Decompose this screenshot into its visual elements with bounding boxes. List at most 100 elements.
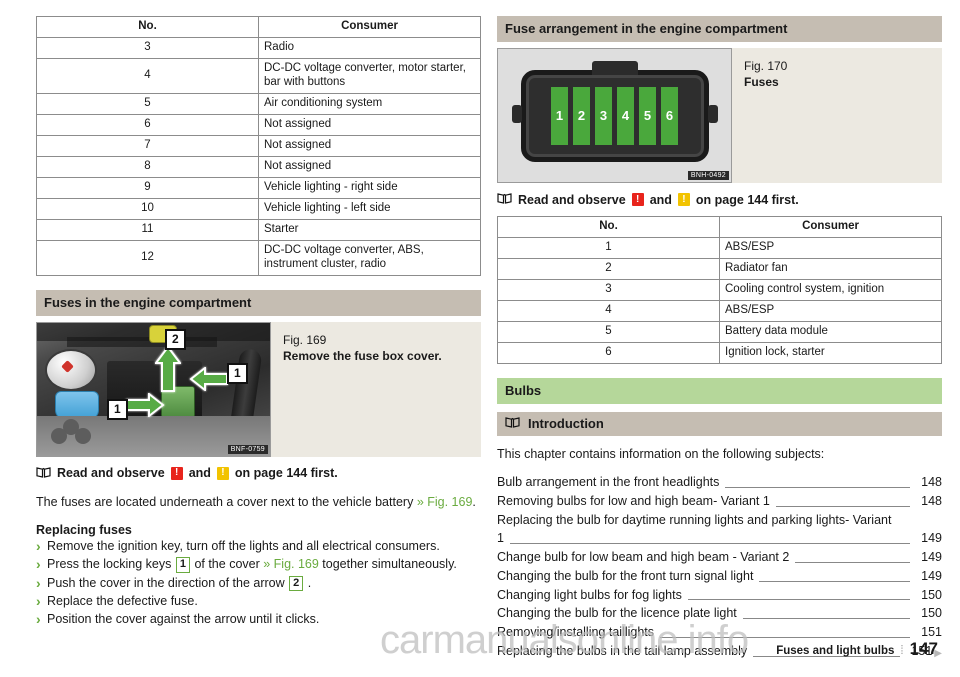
warning-yellow-icon: !	[677, 193, 690, 206]
fuses-location-paragraph: The fuses are located underneath a cover…	[36, 494, 481, 512]
cell-consumer: Not assigned	[258, 113, 481, 136]
table-row: 2 Radiator fan	[497, 258, 942, 280]
cell-consumer: DC-DC voltage converter, ABS, instrument…	[258, 239, 481, 276]
callout-number-box: 2	[289, 575, 304, 592]
cell-fuse-number: 4	[497, 300, 720, 322]
table-row: 4 DC-DC voltage converter, motor starter,…	[36, 58, 481, 94]
toc-leader	[725, 486, 910, 488]
column-header-no: No.	[36, 16, 259, 38]
cell-fuse-number: 3	[497, 279, 720, 301]
cell-consumer: Air conditioning system	[258, 92, 481, 115]
cell-consumer: Battery data module	[719, 321, 942, 343]
column-header-consumer: Consumer	[719, 216, 942, 238]
fuse-table-top: No. Consumer 3 Radio 4 DC-DC voltage conver…	[36, 16, 481, 276]
cell-fuse-number: 1	[497, 237, 720, 259]
toc-entry[interactable]: Bulb arrangement in the front headlights…	[497, 473, 942, 492]
fig-169-reference-link[interactable]: » Fig. 169	[417, 495, 473, 509]
figure-170-image: 123456 BNH-0492	[497, 48, 732, 183]
cell-fuse-number: 10	[36, 197, 259, 220]
cell-fuse-number: 7	[36, 134, 259, 157]
toc-entry-label: Removing/installing taillights	[497, 625, 655, 639]
toc-leader	[509, 542, 910, 544]
cell-consumer: ABS/ESP	[719, 237, 942, 259]
warning-red-icon: !	[170, 466, 183, 480]
toc-entry-label: Bulb arrangement in the front headlights	[497, 475, 720, 489]
left-column: No. Consumer 3 Radio 4 DC-DC voltage conver…	[36, 16, 481, 629]
toc-page-number: 148	[921, 493, 942, 508]
toc-leader	[660, 636, 910, 638]
book-icon	[497, 192, 512, 207]
toc-page-number: 149	[921, 568, 942, 583]
subsection-heading-introduction: Introduction	[497, 412, 942, 436]
chapter-intro-text: This chapter contains information on the…	[497, 447, 825, 461]
footer-page-number: 147	[909, 639, 938, 658]
toc-entry[interactable]: Removing bulbs for low and high beam- Va…	[497, 492, 942, 511]
cell-fuse-number: 8	[36, 155, 259, 178]
arrow-right-icon	[126, 392, 165, 417]
toc-leader	[775, 505, 910, 507]
step-text: Push the cover in the direction of the a…	[47, 575, 289, 590]
fuse-blade: 5	[639, 86, 656, 145]
step-item: Push the cover in the direction of the a…	[36, 572, 481, 592]
cell-fuse-number: 2	[497, 258, 720, 280]
figure-169-image: 2 1 1 BNF-0759	[36, 321, 271, 457]
replacing-fuses-steps: Remove the ignition key, turn off the li…	[36, 536, 481, 629]
table-row: 1 ABS/ESP	[497, 237, 942, 259]
toc-entry[interactable]: Change bulb for low beam and high beam -…	[497, 548, 942, 567]
fuse-connector-body: 123456	[511, 69, 718, 162]
figure-169: 2 1 1 BNF-0759 Fig. 169 Remove the fuse …	[36, 321, 481, 457]
table-header-row: No. Consumer	[497, 216, 942, 238]
chapter-contents-list: Bulb arrangement in the front headlights…	[497, 473, 942, 661]
book-icon	[36, 466, 51, 481]
cell-consumer: ABS/ESP	[719, 300, 942, 322]
figure-170-code: BNH-0492	[687, 171, 729, 180]
fuse-table-right: No. Consumer 1 ABS/ESP 2 Radiator fan 3 Cooli…	[497, 216, 942, 364]
toc-page-number: 149	[921, 531, 942, 546]
figure-170-caption: Fig. 170 Fuses	[732, 48, 942, 183]
step-text: Remove the ignition key, turn off the li…	[47, 539, 440, 554]
right-column: Fuse arrangement in the engine compartme…	[497, 16, 942, 661]
table-row: 5 Battery data module	[497, 321, 942, 343]
arrow-left-icon	[189, 366, 228, 391]
figure-callout-2: 2	[165, 328, 186, 350]
table-row: 4 ABS/ESP	[497, 300, 942, 322]
column-header-no: No.	[497, 216, 720, 238]
figure-170: 123456 BNH-0492 Fig. 170 Fuses	[497, 48, 942, 183]
column-header-consumer: Consumer	[258, 16, 481, 38]
toc-leader	[759, 580, 910, 582]
toc-entry-label: Changing the bulb for the licence plate …	[497, 606, 737, 621]
toc-entry-label: Change bulb for low beam and high beam -…	[497, 550, 790, 564]
figure-reference-link[interactable]: » Fig. 169	[263, 557, 319, 571]
observe-suffix: on page 144 first.	[234, 466, 338, 480]
toc-entry-label: Changing light bulbs for fog lights	[497, 587, 682, 602]
cell-fuse-number: 3	[36, 37, 259, 59]
figure-170-number: Fig. 170	[744, 59, 788, 73]
cell-consumer: Not assigned	[258, 134, 481, 157]
table-row: 8 Not assigned	[36, 155, 481, 178]
toc-page-number: 150	[921, 606, 942, 621]
book-icon	[505, 416, 520, 431]
figure-callout-1-left: 1	[107, 398, 128, 420]
step-text: Replace the defective fuse.	[47, 593, 198, 608]
toc-entry[interactable]: Replacing the bulb for daytime running l…	[497, 511, 942, 549]
step-text: of the cover	[190, 557, 264, 572]
figure-170-title: Fuses	[744, 75, 779, 90]
observe-middle: and	[649, 192, 672, 207]
cell-consumer: Radio	[258, 37, 481, 59]
table-row: 10 Vehicle lighting - left side	[36, 197, 481, 220]
cell-consumer: Not assigned	[258, 155, 481, 178]
toc-entry-label: Replacing the bulb for daytime running l…	[497, 512, 892, 527]
figure-callout-1-right: 1	[227, 362, 248, 384]
replacing-fuses-heading: Replacing fuses	[36, 523, 132, 538]
toc-entry[interactable]: Changing light bulbs for fog lights 150	[497, 586, 942, 605]
toc-entry[interactable]: Changing the bulb for the licence plate …	[497, 604, 942, 623]
table-row: 7 Not assigned	[36, 134, 481, 157]
section-heading-fuse-arrangement: Fuse arrangement in the engine compartme…	[497, 16, 942, 42]
figure-169-code: BNF-0759	[227, 444, 268, 454]
step-item: Remove the ignition key, turn off the li…	[36, 536, 481, 556]
toc-entry[interactable]: Changing the bulb for the front turn sig…	[497, 567, 942, 586]
table-row: 5 Air conditioning system	[36, 92, 481, 115]
step-item: Press the locking keys 1 of the cover » …	[36, 554, 481, 574]
cell-consumer: DC-DC voltage converter, motor starter, …	[258, 58, 481, 94]
step-item: Replace the defective fuse.	[36, 591, 481, 611]
